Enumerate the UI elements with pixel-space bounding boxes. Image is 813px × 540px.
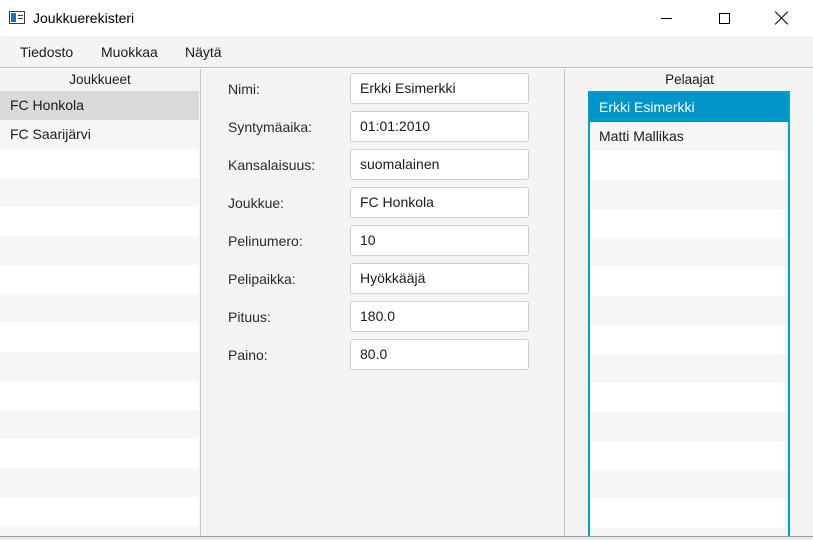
app-window-icon [9,11,25,24]
name-label: Nimi: [228,81,260,97]
close-button[interactable] [759,0,805,36]
title-bar: Joukkuerekisteri [0,0,813,36]
weight-field[interactable]: 80.0 [350,339,529,370]
menu-tiedosto[interactable]: Tiedosto [20,44,73,60]
position-label: Pelipaikka: [228,271,296,287]
nationality-label: Kansalaisuus: [228,157,316,173]
jersey-number-field[interactable]: 10 [350,225,529,256]
nationality-field[interactable]: suomalainen [350,149,529,180]
minimize-button[interactable] [643,0,689,36]
height-label: Pituus: [228,309,271,325]
players-list[interactable]: Erkki Esimerkki Matti Mallikas [588,91,790,540]
jersey-number-label: Pelinumero: [228,233,303,249]
team-list-item[interactable]: FC Saarijärvi [0,120,199,149]
player-list-item[interactable]: Erkki Esimerkki [590,93,788,122]
teams-header: Joukkueet [69,72,131,87]
name-field[interactable]: Erkki Esimerkki [350,73,529,104]
team-field[interactable]: FC Honkola [350,187,529,218]
minimize-icon [660,17,672,19]
position-field[interactable]: Hyökkääjä [350,263,529,294]
birthdate-label: Syntymäaika: [228,119,313,135]
team-list-item[interactable]: FC Honkola [0,91,199,120]
menu-nayta[interactable]: Näytä [185,44,222,60]
teams-panel: Joukkueet FC Honkola FC Saarijärvi [0,69,201,540]
player-list-item[interactable]: Matti Mallikas [590,122,788,151]
team-label: Joukkue: [228,195,285,211]
maximize-icon [718,12,730,24]
menu-muokkaa[interactable]: Muokkaa [101,44,158,60]
teams-list[interactable]: FC Honkola FC Saarijärvi [0,91,199,540]
maximize-button[interactable] [701,0,747,36]
window-title: Joukkuerekisteri [33,10,135,26]
close-icon [775,11,789,25]
players-panel: Pelaajat Erkki Esimerkki Matti Mallikas [564,69,813,540]
weight-label: Paino: [228,347,268,363]
height-field[interactable]: 180.0 [350,301,529,332]
players-header: Pelaajat [665,72,714,87]
window-bottom-edge [0,536,813,540]
player-details-form: Nimi: Erkki Esimerkki Syntymäaika: 01:01… [201,69,564,540]
birthdate-field[interactable]: 01:01:2010 [350,111,529,142]
menu-bar: Tiedosto Muokkaa Näytä [0,36,813,68]
